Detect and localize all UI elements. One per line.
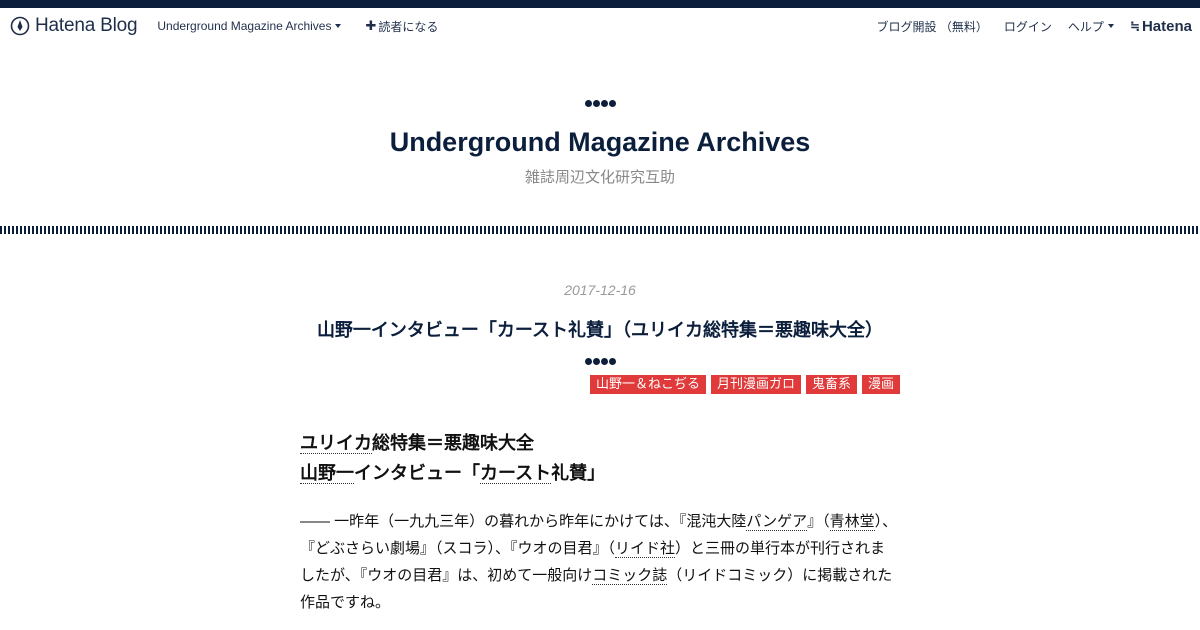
blog-name-label: Underground Magazine Archives (157, 19, 332, 33)
blog-title[interactable]: Underground Magazine Archives (0, 127, 1200, 158)
hatena-logo[interactable]: ≒ Hatena (1130, 18, 1192, 35)
category-tag[interactable]: 月刊漫画ガロ (710, 375, 801, 394)
global-header-left: Hatena Blog Underground Magazine Archive… (10, 8, 438, 44)
category-tag[interactable]: 鬼畜系 (805, 375, 857, 394)
heading-text: インタビュー「 (354, 463, 480, 483)
help-dropdown[interactable]: ヘルプ (1068, 18, 1114, 35)
entry-heading: ユリイカ総特集＝悪趣味大全 山野一インタビュー「カースト礼賛」 (300, 428, 900, 488)
chevron-down-icon (335, 24, 342, 28)
keyword-link[interactable]: パンゲア (746, 513, 808, 531)
keyword-link[interactable]: カースト (480, 463, 552, 484)
blog-description: 雑誌周辺文化研究互助 (524, 169, 675, 186)
paragraph-text: ―― 一昨年（一九九三年）の暮れから昨年にかけては、『混沌大陸 (300, 513, 747, 530)
help-label: ヘルプ (1067, 19, 1104, 34)
entry-categories: 山野一＆ねこぢる 月刊漫画ガロ 鬼畜系 漫画 (300, 375, 900, 394)
hatena-logo-text: Hatena (1141, 17, 1192, 35)
keyword-link[interactable]: ユリイカ (300, 433, 372, 454)
header-divider (0, 226, 1200, 234)
login-link[interactable]: ログイン (1004, 18, 1052, 35)
blog-name-dropdown[interactable]: Underground Magazine Archives (157, 19, 342, 33)
start-blog-link[interactable]: ブログ開設 （無料） (877, 18, 988, 35)
plus-icon: ✚ (365, 18, 377, 33)
subscribe-button[interactable]: ✚ 読者になる (365, 18, 438, 35)
paragraph-text: 』（ (807, 513, 830, 530)
global-header: Hatena Blog Underground Magazine Archive… (0, 8, 1200, 44)
category-tag[interactable]: 漫画 (861, 375, 900, 394)
subscribe-label: 読者になる (378, 19, 439, 34)
entry-date[interactable]: 2017-12-16 (300, 282, 900, 298)
chevron-down-icon (1107, 24, 1114, 28)
entry-paragraph: ―― 一昨年（一九九三年）の暮れから昨年にかけては、『混沌大陸パンゲア』（青林堂… (300, 508, 900, 616)
header-dots-ornament (0, 100, 1200, 107)
entry-content: ユリイカ総特集＝悪趣味大全 山野一インタビュー「カースト礼賛」 ―― 一昨年（一… (300, 428, 900, 616)
top-accent-bar (0, 0, 1200, 8)
entry-title[interactable]: 山野一インタビュー「カースト礼賛」（ユリイカ総特集＝悪趣味大全） (300, 316, 900, 342)
keyword-link[interactable]: リイド社 (615, 540, 676, 558)
hatena-blog-pen-icon (10, 16, 30, 36)
keyword-link[interactable]: コミック誌 (592, 567, 668, 585)
hatena-mark-icon: ≒ (1129, 19, 1140, 33)
category-tag[interactable]: 山野一＆ねこぢる (589, 375, 706, 394)
global-header-right: ブログ開設 （無料） ログイン ヘルプ ≒ Hatena (861, 8, 1192, 44)
heading-text: 礼賛」 (551, 463, 606, 483)
hatena-blog-logo[interactable]: Hatena Blog (10, 15, 138, 37)
heading-text: 総特集＝悪趣味大全 (372, 433, 534, 453)
keyword-link[interactable]: 山野一 (300, 463, 354, 484)
entry-dots-ornament (300, 358, 900, 365)
entry: 2017-12-16 山野一インタビュー「カースト礼賛」（ユリイカ総特集＝悪趣味… (300, 282, 900, 616)
hatena-blog-logo-text: Hatena Blog (35, 15, 138, 36)
keyword-link[interactable]: 青林堂 (829, 513, 875, 531)
blog-header: Underground Magazine Archives 雑誌周辺文化研究互助 (0, 100, 1200, 187)
